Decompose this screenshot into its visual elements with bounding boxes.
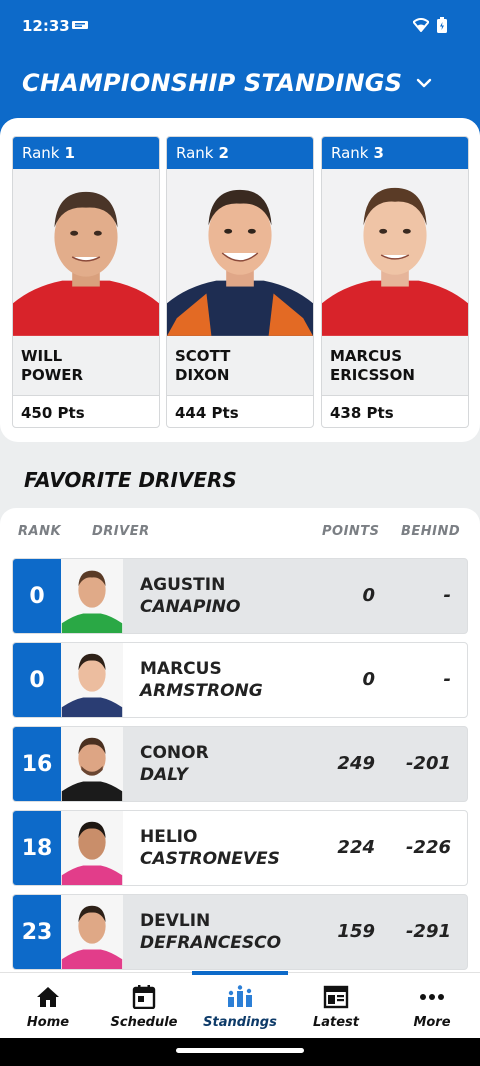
driver-first-name: AGUSTIN xyxy=(140,575,226,595)
content-area: Rank 1 WILL POWER 450 Pts Rank 2 SCOTT D… xyxy=(0,118,480,972)
app-notification-icon xyxy=(72,21,88,29)
table-row[interactable]: 23 DEVLIN DEFRANCESCO 159 -291 xyxy=(12,894,468,970)
driver-points: 450 Pts xyxy=(13,395,159,427)
row-behind: - xyxy=(443,669,451,690)
calendar-icon xyxy=(132,985,156,1009)
nav-schedule[interactable]: Schedule xyxy=(96,973,192,1039)
rank-number: 1 xyxy=(64,144,75,162)
bottom-navigation: Home Schedule Standings Latest More xyxy=(0,971,480,1039)
driver-points: 438 Pts xyxy=(322,395,468,427)
driver-name: MARCUS ERICSSON xyxy=(322,337,468,395)
rank-label: Rank xyxy=(176,144,214,162)
nav-latest[interactable]: Latest xyxy=(288,973,384,1039)
driver-last-name: ERICSSON xyxy=(330,366,415,384)
home-icon xyxy=(37,987,59,1007)
column-behind: BEHIND xyxy=(401,524,461,539)
rank-label: Rank xyxy=(22,144,60,162)
driver-points: 444 Pts xyxy=(167,395,313,427)
driver-photo xyxy=(167,169,313,337)
row-points: 159 xyxy=(337,921,375,942)
nav-more[interactable]: More xyxy=(384,973,480,1039)
driver-thumbnail xyxy=(61,895,123,969)
rank-number: 2 xyxy=(218,144,229,162)
nav-label: Standings xyxy=(203,1015,277,1030)
table-row[interactable]: 0 AGUSTIN CANAPINO 0 - xyxy=(12,558,468,634)
favorite-drivers-title: FAVORITE DRIVERS xyxy=(24,468,237,492)
system-navigation-bar xyxy=(0,1038,480,1066)
wifi-icon xyxy=(413,18,429,32)
driver-last-name: POWER xyxy=(21,366,84,384)
nav-label: Schedule xyxy=(110,1015,178,1030)
status-time: 12:33 xyxy=(22,17,70,35)
rank-card-2[interactable]: Rank 2 SCOTT DIXON 444 Pts xyxy=(166,136,314,428)
driver-thumbnail xyxy=(61,811,123,885)
nav-home[interactable]: Home xyxy=(0,973,96,1039)
nav-label: More xyxy=(413,1015,451,1030)
driver-first-name: WILL xyxy=(21,347,63,365)
row-rank: 18 xyxy=(13,811,61,885)
driver-thumbnail xyxy=(61,559,123,633)
column-rank: RANK xyxy=(18,524,62,539)
row-behind: -226 xyxy=(405,837,451,858)
driver-first-name: SCOTT xyxy=(175,347,231,365)
driver-name: SCOTT DIXON xyxy=(167,337,313,395)
row-points: 0 xyxy=(362,669,375,690)
driver-first-name: MARCUS xyxy=(140,659,222,679)
driver-first-name: MARCUS xyxy=(330,347,403,365)
driver-last-name: DIXON xyxy=(175,366,230,384)
more-icon xyxy=(420,994,444,1000)
rank-number: 3 xyxy=(373,144,384,162)
driver-photo xyxy=(13,169,159,337)
news-icon xyxy=(323,985,349,1009)
nav-label: Latest xyxy=(312,1015,360,1030)
row-behind: - xyxy=(443,585,451,606)
rank-card-header: Rank 3 xyxy=(322,137,468,169)
row-rank: 16 xyxy=(13,727,61,801)
row-points: 0 xyxy=(362,585,375,606)
row-behind: -291 xyxy=(405,921,451,942)
home-gesture-pill[interactable] xyxy=(176,1048,304,1053)
row-points: 224 xyxy=(337,837,375,858)
rank-card-1[interactable]: Rank 1 WILL POWER 450 Pts xyxy=(12,136,160,428)
table-row[interactable]: 18 HELIO CASTRONEVES 224 -226 xyxy=(12,810,468,886)
rank-card-3[interactable]: Rank 3 MARCUS ERICSSON 438 Pts xyxy=(321,136,469,428)
nav-label: Home xyxy=(26,1015,70,1030)
column-points: POINTS xyxy=(322,524,380,539)
driver-last-name: ARMSTRONG xyxy=(140,681,263,701)
favorite-drivers-table: RANK DRIVER POINTS BEHIND 0 AGUSTIN CANA… xyxy=(0,508,480,972)
table-row[interactable]: 16 CONOR DALY 249 -201 xyxy=(12,726,468,802)
standings-icon xyxy=(228,985,252,1007)
row-rank: 23 xyxy=(13,895,61,969)
page-title: CHAMPIONSHIP STANDINGS xyxy=(22,69,403,97)
table-row[interactable]: 0 MARCUS ARMSTRONG 0 - xyxy=(12,642,468,718)
row-behind: -201 xyxy=(405,753,451,774)
driver-last-name: DALY xyxy=(140,765,188,785)
row-rank: 0 xyxy=(13,559,61,633)
row-rank: 0 xyxy=(13,643,61,717)
driver-last-name: CASTRONEVES xyxy=(140,849,280,869)
rank-label: Rank xyxy=(331,144,369,162)
rank-card-header: Rank 1 xyxy=(13,137,159,169)
driver-last-name: CANAPINO xyxy=(140,597,241,617)
rank-card-header: Rank 2 xyxy=(167,137,313,169)
battery-icon xyxy=(437,17,447,33)
chevron-down-icon[interactable] xyxy=(416,78,432,88)
row-points: 249 xyxy=(337,753,375,774)
driver-name: WILL POWER xyxy=(13,337,159,395)
driver-thumbnail xyxy=(61,727,123,801)
top-three-panel: Rank 1 WILL POWER 450 Pts Rank 2 SCOTT D… xyxy=(0,118,480,442)
nav-standings[interactable]: Standings xyxy=(192,973,288,1039)
column-driver: DRIVER xyxy=(92,524,150,539)
driver-first-name: DEVLIN xyxy=(140,911,211,931)
standings-header[interactable]: CHAMPIONSHIP STANDINGS xyxy=(0,52,480,114)
driver-first-name: CONOR xyxy=(140,743,209,763)
driver-first-name: HELIO xyxy=(140,827,198,847)
status-bar: 12:33 xyxy=(0,0,480,52)
driver-last-name: DEFRANCESCO xyxy=(140,933,282,953)
driver-thumbnail xyxy=(61,643,123,717)
driver-photo xyxy=(322,169,468,337)
